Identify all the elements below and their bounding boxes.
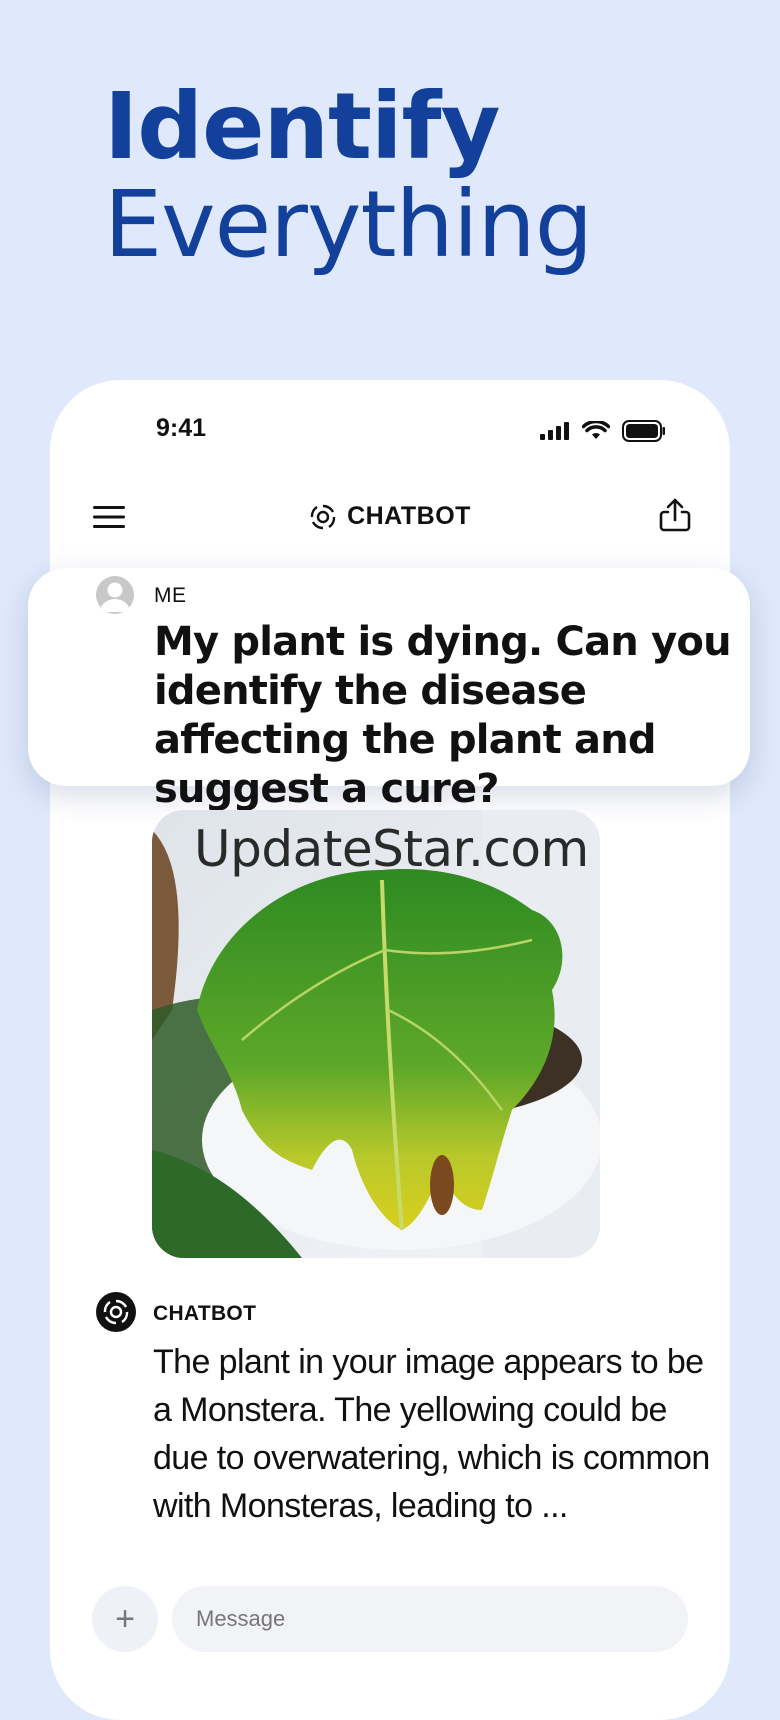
chatbot-avatar-icon — [103, 1299, 129, 1325]
app-title: CHATBOT — [347, 502, 471, 530]
bot-avatar — [96, 1292, 136, 1332]
plus-icon: + — [115, 1600, 135, 1638]
headline-line-2: Everything — [104, 171, 593, 278]
status-bar: 9:41 — [50, 380, 730, 480]
headline-line-1: Identify — [104, 73, 501, 180]
chatbot-logo-icon — [310, 504, 336, 529]
headline: Identify Everything — [104, 73, 593, 278]
user-sender-label: ME — [154, 584, 187, 607]
watermark-text: UpdateStar.com — [194, 820, 589, 878]
share-button[interactable] — [652, 490, 698, 540]
message-input[interactable] — [172, 1586, 688, 1652]
battery-icon — [622, 420, 665, 442]
bot-message-text: The plant in your image appears to be a … — [153, 1343, 710, 1525]
status-icons — [540, 420, 666, 442]
status-time: 9:41 — [156, 414, 207, 442]
signal-icon — [540, 422, 569, 440]
app-title-group: CHATBOT — [50, 502, 730, 531]
add-attachment-button[interactable]: + — [92, 1586, 158, 1652]
message-composer: + — [92, 1586, 688, 1652]
share-icon — [659, 498, 691, 532]
user-avatar — [96, 576, 134, 614]
user-avatar-icon — [100, 582, 130, 612]
wifi-icon — [582, 421, 610, 439]
app-bar: CHATBOT — [50, 480, 730, 570]
bot-sender-label: CHATBOT — [153, 1302, 257, 1325]
user-message-text: My plant is dying. Can you identify the … — [154, 619, 732, 812]
user-message-card: ME My plant is dying. Can you identify t… — [28, 568, 750, 812]
